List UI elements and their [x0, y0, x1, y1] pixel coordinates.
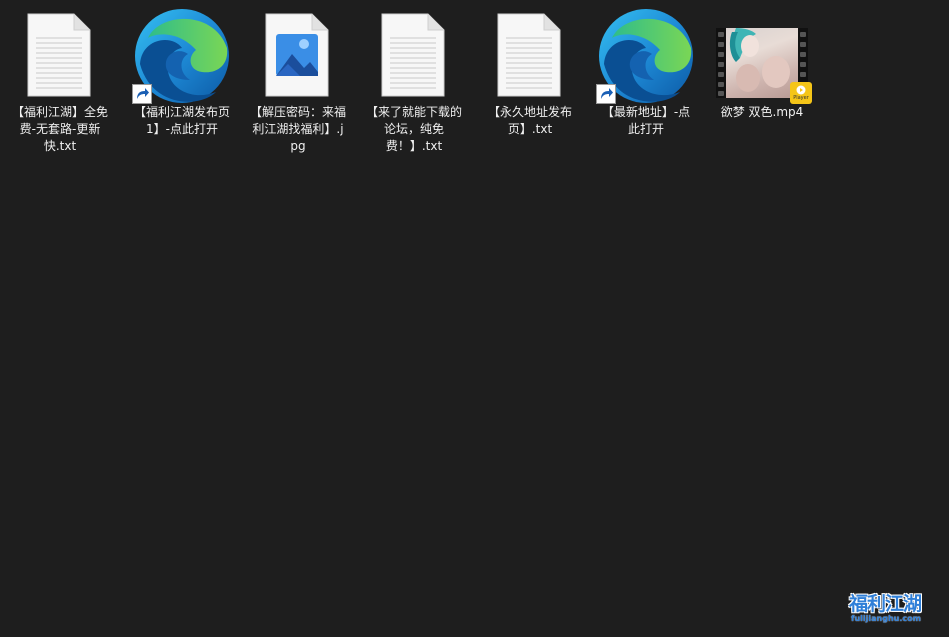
player-badge-label: Player	[793, 95, 809, 101]
file-label: 【永久地址发布页】.txt	[487, 105, 572, 136]
watermark-logo: 福利江湖 fulijianghu.com	[849, 589, 939, 629]
watermark-title: 福利江湖	[849, 593, 922, 615]
text-document-icon	[362, 8, 466, 100]
file-label: 【解压密码：来福利江湖找福利】.jpg	[250, 105, 347, 153]
text-document-icon	[478, 8, 582, 100]
file-item-txt-3[interactable]: 【永久地址发布页】.txt	[478, 8, 582, 138]
file-label: 欲梦 双色.mp4	[720, 105, 804, 119]
video-file-icon: Player	[710, 8, 814, 104]
video-thumbnail: Player	[716, 28, 812, 104]
file-label: 【福利江湖】全免费-无套路-更新快.txt	[12, 105, 109, 153]
file-item-txt-2[interactable]: 【来了就能下载的论坛，纯免费！】.txt	[362, 8, 466, 155]
text-document-icon	[8, 8, 112, 100]
edge-shortcut-icon	[130, 8, 234, 104]
image-file-icon	[246, 8, 350, 100]
file-label: 【最新地址】-点此打开	[601, 105, 691, 136]
edge-shortcut-icon	[594, 8, 698, 104]
file-label: 【福利江湖发布页1】-点此打开	[134, 105, 231, 136]
file-item-shortcut-2[interactable]: 【最新地址】-点此打开	[594, 8, 698, 138]
file-item-shortcut-1[interactable]: 【福利江湖发布页1】-点此打开	[130, 8, 234, 138]
shortcut-arrow-icon	[132, 84, 152, 104]
player-badge-icon: Player	[790, 82, 812, 104]
file-label: 【来了就能下载的论坛，纯免费！】.txt	[366, 105, 463, 153]
file-item-jpg[interactable]: 【解压密码：来福利江湖找福利】.jpg	[246, 8, 350, 155]
thumbnail-image	[726, 28, 798, 98]
desktop-area: 【福利江湖】全免费-无套路-更新快.txt 【福利江湖发布页1】-点此打开 【解…	[0, 0, 949, 637]
watermark-subtitle: fulijianghu.com	[851, 614, 921, 623]
shortcut-arrow-icon	[596, 84, 616, 104]
file-item-video[interactable]: Player 欲梦 双色.mp4	[710, 8, 814, 121]
file-item-txt-1[interactable]: 【福利江湖】全免费-无套路-更新快.txt	[8, 8, 112, 155]
